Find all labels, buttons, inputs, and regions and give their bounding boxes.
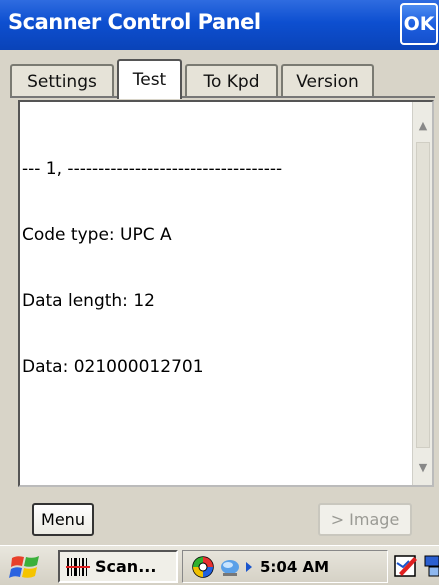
- tab-strip: Settings Test To Kpd Version: [0, 50, 439, 100]
- taskbar-clock[interactable]: 5:04 AM: [260, 558, 329, 576]
- start-button[interactable]: [0, 549, 52, 585]
- tab-test[interactable]: Test: [117, 59, 182, 99]
- image-button[interactable]: > Image: [318, 503, 412, 536]
- scan-output-box[interactable]: --- 1, ---------------------------------…: [18, 100, 434, 487]
- output-line-code-type: Code type: UPC A: [22, 225, 172, 245]
- output-line-data-length: Data length: 12: [22, 291, 155, 311]
- tab-to-kpd[interactable]: To Kpd: [185, 64, 278, 97]
- color-wheel-icon[interactable]: [191, 555, 215, 579]
- title-bar: Scanner Control Panel OK: [0, 0, 439, 50]
- arrow-right-icon[interactable]: [244, 560, 254, 574]
- windows-flag-icon: [9, 556, 39, 578]
- taskbar-task-scanner[interactable]: Scan...: [58, 550, 178, 583]
- vertical-scrollbar[interactable]: ▲ ▼: [412, 102, 432, 485]
- network-icon[interactable]: [219, 555, 243, 579]
- scroll-up-arrow-icon[interactable]: ▲: [413, 115, 432, 135]
- taskbar: Scan... 5:04 AM: [0, 545, 439, 585]
- menu-button[interactable]: Menu: [32, 503, 94, 536]
- barcode-icon: [66, 557, 90, 576]
- scroll-down-arrow-icon[interactable]: ▼: [413, 457, 432, 477]
- scan-output-text: --- 1, ---------------------------------…: [22, 114, 282, 422]
- tab-settings[interactable]: Settings: [10, 64, 114, 97]
- ok-button[interactable]: OK: [400, 3, 438, 45]
- system-tray: 5:04 AM: [182, 550, 388, 583]
- tab-divider: [10, 96, 435, 98]
- output-line-data: Data: 021000012701: [22, 357, 204, 377]
- output-line-separator: --- 1, ---------------------------------…: [22, 159, 283, 179]
- taskbar-task-label: Scan...: [95, 557, 157, 576]
- desktop-icon[interactable]: [423, 553, 439, 579]
- pen-input-icon[interactable]: [393, 553, 419, 579]
- scroll-thumb[interactable]: [416, 142, 430, 448]
- tab-version[interactable]: Version: [281, 64, 374, 97]
- window-title: Scanner Control Panel: [8, 10, 261, 34]
